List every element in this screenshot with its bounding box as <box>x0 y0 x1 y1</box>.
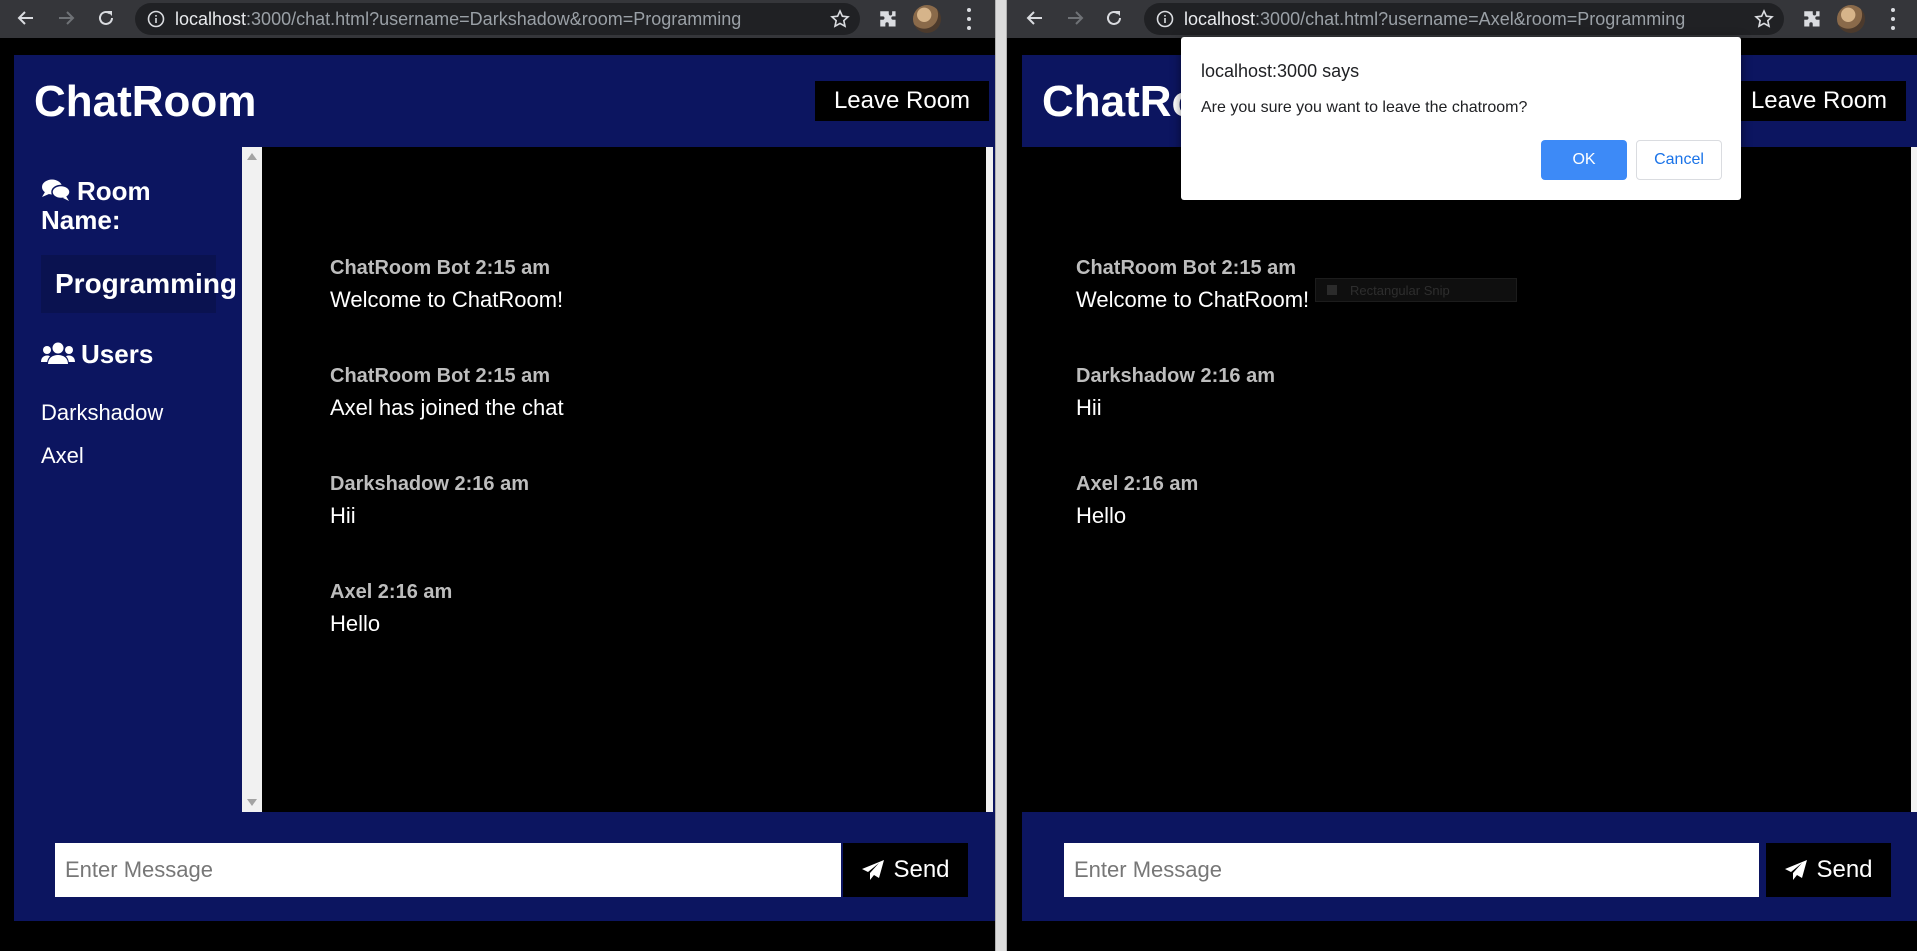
message-meta: Axel 2:16 am <box>1076 473 1199 495</box>
browser-toolbar: localhost:3000/chat.html?username=Darksh… <box>0 0 995 38</box>
sidebar: Room Name: Programming Users Darkshadow A… <box>14 147 242 812</box>
send-label: Send <box>893 856 950 883</box>
message-text: Hii <box>330 503 356 528</box>
ok-button[interactable]: OK <box>1541 140 1627 180</box>
site-info-icon[interactable] <box>1156 10 1174 28</box>
scroll-up-arrow-icon[interactable] <box>247 153 257 160</box>
browser-toolbar: localhost:3000/chat.html?username=Axel&r… <box>1007 0 1917 38</box>
message-input[interactable] <box>55 843 841 897</box>
forward-arrow-icon[interactable] <box>52 4 80 32</box>
user-list-item: Axel <box>41 443 84 468</box>
room-name-value: Programming <box>41 255 237 313</box>
message-meta: Darkshadow 2:16 am <box>330 473 529 495</box>
address-bar[interactable]: localhost:3000/chat.html?username=Darksh… <box>135 3 860 35</box>
message-meta: ChatRoom Bot 2:15 am <box>330 365 551 387</box>
bookmark-star-icon[interactable] <box>830 9 850 29</box>
messages-scrollbar[interactable] <box>986 147 993 812</box>
paper-plane-icon <box>862 860 885 880</box>
app-title: ChatRo <box>1042 77 1199 126</box>
paper-plane-icon <box>1785 860 1808 880</box>
browser-window-darkshadow: localhost:3000/chat.html?username=Darksh… <box>0 0 995 951</box>
message-text: Hello <box>1076 503 1127 528</box>
reload-icon[interactable] <box>92 4 120 32</box>
send-button[interactable]: Send <box>1766 843 1891 897</box>
browser-menu-icon[interactable] <box>959 6 979 32</box>
url-text: localhost:3000/chat.html?username=Axel&r… <box>1184 8 1686 29</box>
bookmark-star-icon[interactable] <box>1754 9 1774 29</box>
message-meta: ChatRoom Bot 2:15 am <box>330 257 551 279</box>
sidebar-scrollbar[interactable] <box>242 147 262 812</box>
window-divider <box>995 0 1007 951</box>
message-meta: ChatRoom Bot 2:15 am <box>1076 257 1297 279</box>
scroll-down-arrow-icon[interactable] <box>247 799 257 806</box>
message-text: Hii <box>1076 395 1102 420</box>
messages-scrollbar[interactable] <box>1911 147 1917 812</box>
message-text: Hello <box>330 611 381 636</box>
back-arrow-icon[interactable] <box>1021 4 1049 32</box>
address-bar[interactable]: localhost:3000/chat.html?username=Axel&r… <box>1144 3 1784 35</box>
forward-arrow-icon[interactable] <box>1061 4 1089 32</box>
send-button[interactable]: Send <box>843 843 968 897</box>
comments-icon <box>42 179 71 201</box>
dialog-title: localhost:3000 says <box>1201 61 1360 81</box>
chat-messages: ChatRoom Bot 2:15 am Welcome to ChatRoom… <box>262 147 986 812</box>
snip-label: Rectangular Snip <box>1350 282 1450 298</box>
leave-room-button[interactable]: Leave Room <box>1732 81 1906 121</box>
cancel-button[interactable]: Cancel <box>1636 140 1722 180</box>
message-meta: Axel 2:16 am <box>330 581 453 603</box>
message-composer: Send <box>1022 812 1917 921</box>
extensions-icon[interactable] <box>1800 7 1824 31</box>
user-list-item: Darkshadow <box>41 400 164 425</box>
room-name-heading: Room Name: <box>41 176 151 235</box>
app-title: ChatRoom <box>34 77 257 126</box>
dialog-message: Are you sure you want to leave the chatr… <box>1201 99 1528 116</box>
snip-toolbar-remnant: Rectangular Snip <box>1315 278 1517 302</box>
message-input[interactable] <box>1064 843 1759 897</box>
reload-icon[interactable] <box>1100 4 1128 32</box>
profile-avatar[interactable] <box>1837 5 1865 33</box>
message-text: Axel has joined the chat <box>330 395 564 420</box>
url-text: localhost:3000/chat.html?username=Darksh… <box>175 8 742 29</box>
chat-messages: ChatRoom Bot 2:15 am Welcome to ChatRoom… <box>1022 147 1911 812</box>
browser-menu-icon[interactable] <box>1883 6 1903 32</box>
users-icon <box>41 342 75 364</box>
extensions-icon[interactable] <box>876 7 900 31</box>
message-text: Welcome to ChatRoom! <box>330 287 564 312</box>
leave-room-button[interactable]: Leave Room <box>815 81 989 121</box>
confirm-dialog: localhost:3000 says Are you sure you wan… <box>1181 37 1741 200</box>
message-text: Welcome to ChatRoom! <box>1076 287 1310 312</box>
snip-rectangle-icon <box>1327 285 1337 295</box>
site-info-icon[interactable] <box>147 10 165 28</box>
profile-avatar[interactable] <box>913 5 941 33</box>
send-label: Send <box>1816 856 1873 883</box>
back-arrow-icon[interactable] <box>12 4 40 32</box>
app-header: ChatRoom Leave Room <box>14 55 995 147</box>
users-heading: Users <box>41 340 153 369</box>
message-composer: Send <box>14 812 995 921</box>
chat-app: ChatRoom Leave Room Room Name: Programmin… <box>14 55 995 921</box>
message-meta: Darkshadow 2:16 am <box>1076 365 1275 387</box>
